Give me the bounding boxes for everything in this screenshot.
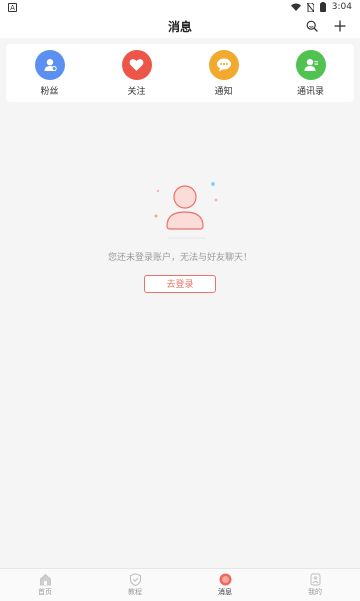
shortcut-notice[interactable]: 通知 <box>194 49 254 97</box>
empty-state: 您还未登录账户，无法与好友聊天！ 去登录 <box>0 180 360 293</box>
status-time: 3:04 <box>331 2 352 12</box>
shortcut-label: 关注 <box>127 86 146 97</box>
plus-icon <box>334 20 346 32</box>
tab-messages[interactable]: 消息 <box>195 573 255 597</box>
add-button[interactable] <box>332 18 348 34</box>
login-button[interactable]: 去登录 <box>144 275 216 293</box>
tab-label: 消息 <box>218 588 232 596</box>
shortcut-label: 粉丝 <box>40 86 59 97</box>
shortcut-fans[interactable]: 粉丝 <box>20 49 80 97</box>
shortcut-follow[interactable]: 关注 <box>107 49 167 97</box>
tab-label: 我的 <box>308 588 322 596</box>
top-bar: 消息 <box>0 14 360 38</box>
tab-mine[interactable]: 我的 <box>285 573 345 597</box>
heart-icon <box>121 49 152 80</box>
shield-icon <box>129 573 141 586</box>
status-bar: A 3:04 <box>0 0 360 14</box>
fans-icon <box>34 49 65 80</box>
tab-home[interactable]: 首页 <box>15 573 75 597</box>
battery-icon <box>319 2 326 12</box>
tab-tutorial[interactable]: 教程 <box>105 573 165 597</box>
shortcut-label: 通知 <box>214 86 233 97</box>
empty-user-icon <box>154 182 218 239</box>
login-required-message: 您还未登录账户，无法与好友聊天！ <box>107 253 252 263</box>
no-sim-icon <box>306 2 314 12</box>
shortcut-panel: 粉丝 关注 通知 通讯录 <box>6 44 354 102</box>
chat-bubble-icon <box>208 49 239 80</box>
shortcut-contacts[interactable]: 通讯录 <box>281 49 341 97</box>
tab-label: 首页 <box>38 588 52 596</box>
search-icon <box>306 20 318 32</box>
app-notification-icon: A <box>8 2 17 12</box>
profile-icon <box>310 573 320 586</box>
shortcut-label: 通讯录 <box>296 86 324 97</box>
search-button[interactable] <box>304 18 320 34</box>
bottom-tab-bar: 首页 教程 消息 我的 <box>0 568 360 601</box>
tab-label: 教程 <box>128 588 142 596</box>
contacts-icon <box>295 49 326 80</box>
wifi-icon <box>290 3 301 11</box>
home-icon <box>39 573 51 586</box>
message-icon <box>219 573 231 586</box>
